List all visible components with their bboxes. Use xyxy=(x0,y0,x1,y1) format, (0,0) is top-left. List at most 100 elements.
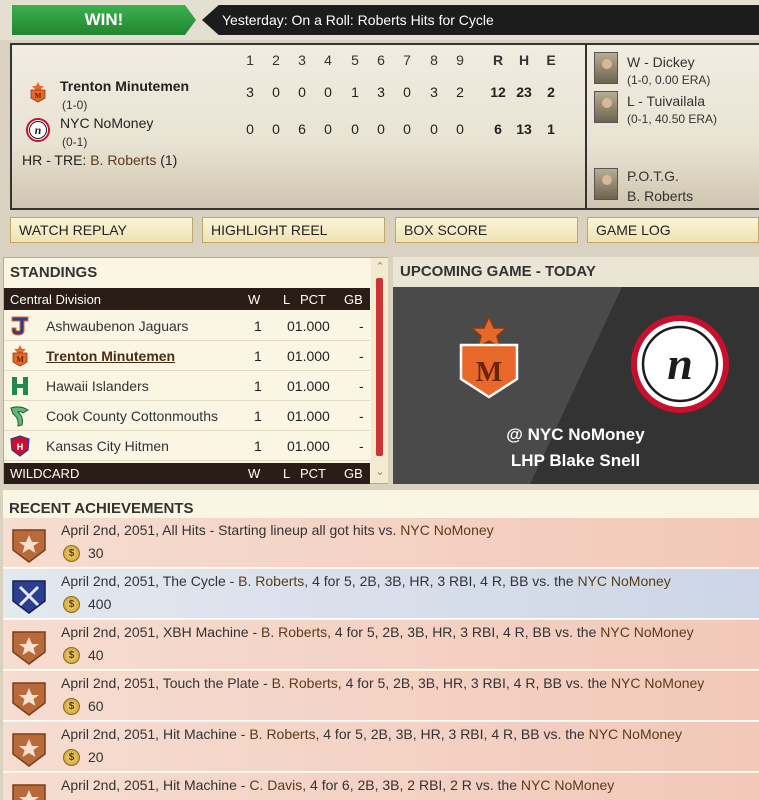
headline-link[interactable]: Yesterday: On a Roll: Roberts Hits for C… xyxy=(222,5,494,35)
achievements-panel: RECENT ACHIEVEMENTS April 2nd, 2051, All… xyxy=(3,490,759,800)
win-pitcher-line: (1-0, 0.00 ERA) xyxy=(627,73,711,87)
col-l: L xyxy=(283,466,291,481)
potg-name[interactable]: B. Roberts xyxy=(627,188,693,204)
score-cell: 1 xyxy=(351,84,359,100)
nyc-logo-icon: n xyxy=(26,118,50,142)
errors-cell: 2 xyxy=(547,84,555,100)
loss-pitcher-name[interactable]: L - Tuivailala xyxy=(627,93,705,109)
achievement-points: 30 xyxy=(88,545,104,561)
achievement-detail: 4 for 5, 2B, 3B, HR, 3 RBI, 4 R, BB vs. … xyxy=(312,573,574,589)
achievement-text: April 2nd, 2051, Touch the Plate - B. Ro… xyxy=(61,675,704,691)
opponent-link[interactable]: NYC NoMoney xyxy=(589,726,682,742)
cottonmouths-logo-icon xyxy=(10,406,29,427)
division-header: Central Division W L PCT GB xyxy=(4,288,370,310)
opponent-link[interactable]: NYC NoMoney xyxy=(521,777,614,793)
opponent-link[interactable]: NYC NoMoney xyxy=(577,573,670,589)
achievement-points: 400 xyxy=(88,596,112,612)
runs-cell: 12 xyxy=(490,84,506,100)
col-w: W xyxy=(248,466,261,481)
standings-row[interactable]: Hawaii Islanders 1 01.000 - xyxy=(4,371,370,401)
box-score-button[interactable]: BOX SCORE xyxy=(395,217,578,243)
coin-icon: $ xyxy=(63,647,80,664)
opponent-link[interactable]: NYC NoMoney xyxy=(611,675,704,691)
score-cell: 0 xyxy=(403,121,411,137)
team-name: Cook County Cottonmouths xyxy=(46,408,218,424)
achievement-text: April 2nd, 2051, The Cycle - B. Roberts,… xyxy=(61,573,671,589)
pct: 01.000 xyxy=(287,408,330,424)
standings-row[interactable]: H Kansas City Hitmen 1 01.000 - xyxy=(4,431,370,461)
nyc-logo-large-icon: n xyxy=(631,315,729,413)
achievement-item[interactable]: April 2nd, 2051, XBH Machine - B. Robert… xyxy=(3,620,759,670)
player-link[interactable]: B. Roberts, xyxy=(238,573,308,589)
achievement-desc: April 2nd, 2051, Touch the Plate - xyxy=(61,675,268,691)
islanders-logo-icon xyxy=(12,377,28,395)
player-link[interactable]: B. Roberts, xyxy=(261,624,331,640)
score-cell: 3 xyxy=(246,84,254,100)
svg-text:M: M xyxy=(16,355,24,364)
coin-icon: $ xyxy=(63,596,80,613)
svg-text:n: n xyxy=(667,338,693,389)
inning-header: 5 xyxy=(351,52,359,68)
loss-pitcher-photo[interactable] xyxy=(594,91,618,123)
panel-divider xyxy=(585,43,587,210)
coin-icon: $ xyxy=(63,698,80,715)
inning-header: 1 xyxy=(246,52,254,68)
player-link[interactable]: C. Davis, xyxy=(249,777,306,793)
game-log-button[interactable]: GAME LOG xyxy=(587,217,759,243)
achievement-item[interactable]: April 2nd, 2051, Touch the Plate - B. Ro… xyxy=(3,671,759,721)
scroll-up-icon[interactable]: ⌃ xyxy=(374,261,386,273)
standings-row[interactable]: Ashwaubenon Jaguars 1 01.000 - xyxy=(4,311,370,341)
hr-player-link[interactable]: B. Roberts xyxy=(90,152,156,168)
svg-text:H: H xyxy=(17,442,24,452)
standings-row[interactable]: M Trenton Minutemen 1 01.000 - xyxy=(4,341,370,371)
achievement-points: 20 xyxy=(88,749,104,765)
potg-photo[interactable] xyxy=(594,168,618,200)
bronze-badge-icon xyxy=(12,784,46,800)
top-strip: WIN! Yesterday: On a Roll: Roberts Hits … xyxy=(0,0,759,40)
scroll-thumb[interactable] xyxy=(376,278,383,456)
hits-header: H xyxy=(518,52,530,68)
win-pitcher-name[interactable]: W - Dickey xyxy=(627,54,695,70)
inning-header: 3 xyxy=(298,52,306,68)
watch-replay-button[interactable]: WATCH REPLAY xyxy=(10,217,193,243)
standings-row[interactable]: Cook County Cottonmouths 1 01.000 - xyxy=(4,401,370,431)
away-team-name[interactable]: NYC NoMoney xyxy=(60,115,153,131)
coin-icon: $ xyxy=(63,545,80,562)
achievement-item[interactable]: April 2nd, 2051, Hit Machine - B. Robert… xyxy=(3,722,759,772)
upcoming-header: UPCOMING GAME - TODAY xyxy=(393,257,759,287)
score-cell: 0 xyxy=(272,84,280,100)
achievement-item[interactable]: April 2nd, 2051, All Hits - Starting lin… xyxy=(3,518,759,568)
score-cell: 0 xyxy=(272,121,280,137)
achievement-points: 60 xyxy=(88,698,104,714)
achievement-desc: April 2nd, 2051, All Hits - Starting lin… xyxy=(61,522,397,538)
upcoming-stage[interactable]: M n @ NYC NoMoney LHP Blake Snell xyxy=(393,287,759,484)
home-team-name[interactable]: Trenton Minutemen xyxy=(60,78,189,94)
player-link[interactable]: B. Roberts, xyxy=(272,675,342,691)
trenton-logo-icon: M xyxy=(30,82,46,103)
score-cell: 0 xyxy=(324,84,332,100)
wins: 1 xyxy=(254,348,262,364)
achievement-item[interactable]: April 2nd, 2051, Hit Machine - C. Davis,… xyxy=(3,773,759,800)
achievement-text: April 2nd, 2051, Hit Machine - C. Davis,… xyxy=(61,777,614,793)
wins: 1 xyxy=(254,408,262,424)
opponent-link[interactable]: NYC NoMoney xyxy=(400,522,493,538)
score-cell: 2 xyxy=(456,84,464,100)
upcoming-title: UPCOMING GAME - TODAY xyxy=(400,263,596,280)
opponent-link[interactable]: NYC NoMoney xyxy=(600,624,693,640)
highlight-reel-button[interactable]: HIGHLIGHT REEL xyxy=(202,217,385,243)
errors-cell: 1 xyxy=(547,121,555,137)
errors-header: E xyxy=(546,52,556,68)
gb: - xyxy=(359,408,364,424)
achievements-title: RECENT ACHIEVEMENTS xyxy=(9,500,194,517)
player-link[interactable]: B. Roberts, xyxy=(249,726,319,742)
svg-text:n: n xyxy=(35,123,42,137)
hits-cell: 23 xyxy=(516,84,532,100)
score-cell: 0 xyxy=(456,121,464,137)
achievement-item[interactable]: April 2nd, 2051, The Cycle - B. Roberts,… xyxy=(3,569,759,619)
blue-bats-badge-icon xyxy=(12,580,46,614)
hits-cell: 13 xyxy=(516,121,532,137)
wins: 1 xyxy=(254,318,262,334)
inning-header: 4 xyxy=(324,52,332,68)
win-pitcher-photo[interactable] xyxy=(594,52,618,84)
team-name: Hawaii Islanders xyxy=(46,378,149,394)
